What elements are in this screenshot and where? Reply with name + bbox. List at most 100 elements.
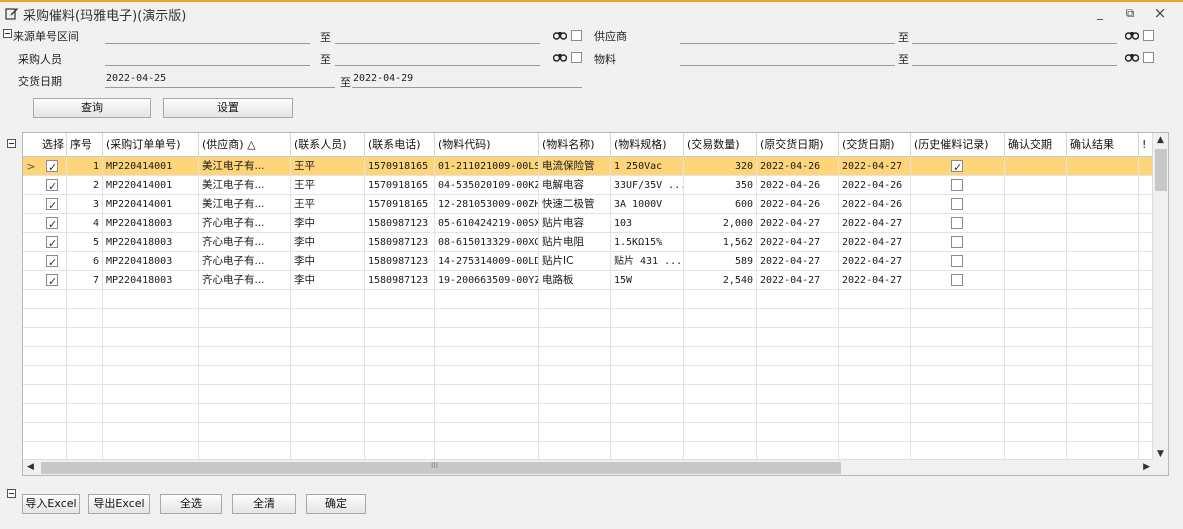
- table-cell[interactable]: 贴片 431 ...: [611, 252, 684, 271]
- table-cell[interactable]: [435, 404, 539, 423]
- table-cell[interactable]: 1580987123: [365, 233, 435, 252]
- table-row[interactable]: 5MP220418003齐心电子有...李中158098712308-61501…: [23, 233, 1154, 252]
- table-cell[interactable]: [911, 347, 1005, 366]
- table-row[interactable]: 6MP220418003齐心电子有...李中158098712314-27531…: [23, 252, 1154, 271]
- source-no-from-field[interactable]: [105, 43, 310, 44]
- table-cell[interactable]: 2022-04-27: [757, 233, 839, 252]
- table-cell[interactable]: [39, 328, 67, 347]
- table-cell[interactable]: 14-275314009-00LD: [435, 252, 539, 271]
- date-to-field[interactable]: [352, 87, 582, 88]
- table-cell[interactable]: [365, 328, 435, 347]
- table-cell[interactable]: 1: [67, 157, 103, 176]
- table-cell[interactable]: MP220418003: [103, 271, 199, 290]
- table-cell[interactable]: [1067, 366, 1139, 385]
- table-cell[interactable]: 2022-04-27: [839, 233, 911, 252]
- table-row[interactable]: [23, 385, 1154, 404]
- table-cell[interactable]: MP220418003: [103, 252, 199, 271]
- table-cell[interactable]: [539, 347, 611, 366]
- binoculars-icon[interactable]: [1125, 52, 1139, 62]
- table-cell[interactable]: 电解电容: [539, 176, 611, 195]
- table-cell[interactable]: [365, 290, 435, 309]
- table-cell[interactable]: 08-615013329-00XG: [435, 233, 539, 252]
- table-cell[interactable]: 103: [611, 214, 684, 233]
- table-cell[interactable]: [39, 385, 67, 404]
- table-cell[interactable]: 05-610424219-00SX: [435, 214, 539, 233]
- date-from-field[interactable]: [105, 87, 335, 88]
- table-cell[interactable]: [839, 366, 911, 385]
- binoculars-icon[interactable]: [1125, 30, 1139, 40]
- table-cell[interactable]: 2,540: [684, 271, 757, 290]
- table-cell[interactable]: [1067, 233, 1139, 252]
- supplier-checkbox[interactable]: [1143, 30, 1154, 41]
- column-header[interactable]: (供应商) △: [199, 133, 291, 157]
- table-cell[interactable]: 04-535020109-00KZ: [435, 176, 539, 195]
- column-header[interactable]: (采购订单单号): [103, 133, 199, 157]
- table-cell[interactable]: MP220418003: [103, 233, 199, 252]
- table-cell[interactable]: 4: [67, 214, 103, 233]
- table-cell[interactable]: 2022-04-27: [839, 157, 911, 176]
- table-cell[interactable]: [103, 366, 199, 385]
- column-header[interactable]: (物料代码): [435, 133, 539, 157]
- table-cell[interactable]: [365, 309, 435, 328]
- table-cell[interactable]: [435, 309, 539, 328]
- table-cell[interactable]: [39, 290, 67, 309]
- checkbox-icon[interactable]: [951, 158, 963, 176]
- table-cell[interactable]: [67, 385, 103, 404]
- checkbox-icon[interactable]: [951, 217, 963, 229]
- table-cell[interactable]: 3: [67, 195, 103, 214]
- query-button[interactable]: 查询: [33, 98, 151, 118]
- table-cell[interactable]: [684, 366, 757, 385]
- table-cell[interactable]: [39, 309, 67, 328]
- table-cell[interactable]: [1005, 328, 1067, 347]
- table-cell[interactable]: 1570918165: [365, 157, 435, 176]
- table-cell[interactable]: [291, 347, 365, 366]
- table-cell[interactable]: [291, 328, 365, 347]
- table-cell[interactable]: [757, 347, 839, 366]
- table-cell[interactable]: 齐心电子有...: [199, 252, 291, 271]
- table-cell[interactable]: [199, 385, 291, 404]
- table-row[interactable]: [23, 366, 1154, 385]
- table-cell[interactable]: [67, 290, 103, 309]
- table-cell[interactable]: 15W: [611, 271, 684, 290]
- table-cell[interactable]: [67, 347, 103, 366]
- table-cell[interactable]: [757, 366, 839, 385]
- table-cell[interactable]: 2022-04-26: [757, 176, 839, 195]
- table-cell[interactable]: [39, 176, 67, 195]
- table-cell[interactable]: 2: [67, 176, 103, 195]
- material-from-field[interactable]: [680, 65, 895, 66]
- table-cell[interactable]: 美江电子有...: [199, 176, 291, 195]
- table-cell[interactable]: [539, 328, 611, 347]
- select-all-button[interactable]: 全选: [160, 494, 222, 514]
- clear-all-button[interactable]: 全清: [232, 494, 296, 514]
- table-cell[interactable]: 电路板: [539, 271, 611, 290]
- table-cell[interactable]: 1,562: [684, 233, 757, 252]
- table-row[interactable]: 3MP220414001美江电子有...王平157091816512-28105…: [23, 195, 1154, 214]
- column-header[interactable]: (联系人员): [291, 133, 365, 157]
- table-cell[interactable]: [611, 404, 684, 423]
- table-row[interactable]: 2MP220414001美江电子有...王平157091816504-53502…: [23, 176, 1154, 195]
- table-cell[interactable]: 美江电子有...: [199, 195, 291, 214]
- table-cell[interactable]: 2022-04-27: [839, 271, 911, 290]
- table-cell[interactable]: 李中: [291, 214, 365, 233]
- checkbox-icon[interactable]: [951, 236, 963, 248]
- table-cell[interactable]: 3A 1000V: [611, 195, 684, 214]
- table-cell[interactable]: 1570918165: [365, 176, 435, 195]
- table-cell[interactable]: [611, 328, 684, 347]
- scroll-down-icon[interactable]: ▼: [1157, 449, 1164, 459]
- table-row[interactable]: [23, 347, 1154, 366]
- table-cell[interactable]: 李中: [291, 233, 365, 252]
- table-cell[interactable]: 1580987123: [365, 271, 435, 290]
- table-cell[interactable]: [67, 404, 103, 423]
- table-cell[interactable]: [199, 328, 291, 347]
- table-cell[interactable]: 电流保险管: [539, 157, 611, 176]
- table-cell[interactable]: 19-200663509-00YZ: [435, 271, 539, 290]
- table-cell[interactable]: 齐心电子有...: [199, 214, 291, 233]
- table-cell[interactable]: [39, 423, 67, 442]
- table-cell[interactable]: 2022-04-27: [839, 252, 911, 271]
- table-cell[interactable]: 李中: [291, 252, 365, 271]
- supplier-from-field[interactable]: [680, 43, 895, 44]
- table-cell[interactable]: [539, 309, 611, 328]
- table-cell[interactable]: 李中: [291, 271, 365, 290]
- table-cell[interactable]: [67, 328, 103, 347]
- table-cell[interactable]: [611, 347, 684, 366]
